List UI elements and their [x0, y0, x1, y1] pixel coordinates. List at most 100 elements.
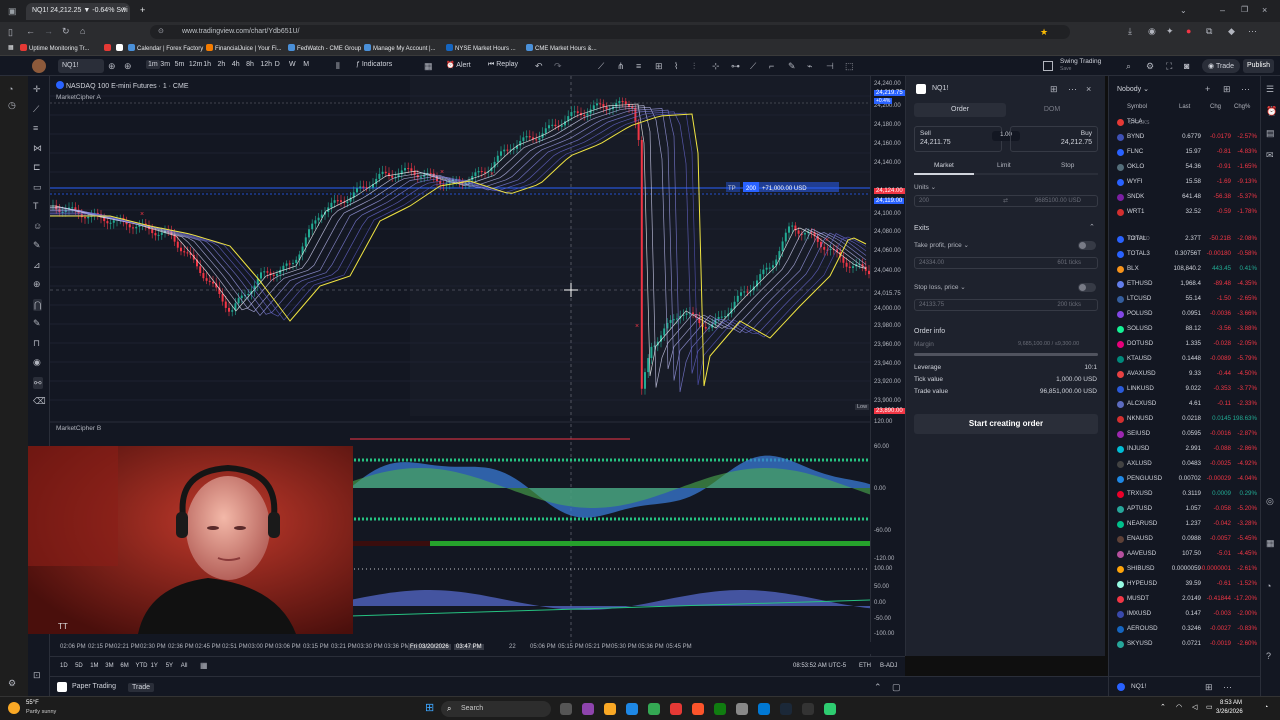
watchlist-row[interactable]: WRT1 32.52 -0.59 -1.78% — [1109, 205, 1261, 220]
close-tab-icon[interactable]: × — [122, 6, 126, 13]
watchlist-row[interactable]: POLUSD 0.0951 -0.0036 -3.66% — [1109, 307, 1261, 322]
col-chgp[interactable]: Chg% — [1234, 104, 1250, 110]
bookmark-youtube-icon[interactable] — [104, 44, 113, 52]
apps-icon[interactable]: ▦ — [8, 44, 14, 51]
help-rail-icon[interactable]: ? — [1266, 651, 1271, 661]
replay-button[interactable]: ⏮ Replay — [488, 61, 518, 69]
ideas-rail-icon[interactable]: ◎ — [1266, 496, 1274, 506]
collections-icon[interactable]: ⧉ — [1206, 26, 1212, 36]
taskbar-date[interactable]: 3/26/2026 — [1216, 709, 1243, 715]
interval-4h[interactable]: 4h — [232, 61, 240, 68]
redo-icon[interactable]: ↷ — [554, 61, 562, 71]
interval-1m[interactable]: 1m — [146, 60, 160, 69]
watchlist-row[interactable]: ETHUSD 1,968.4 -89.48 -4.35% — [1109, 277, 1261, 292]
copilot-icon[interactable]: ◆ — [1228, 26, 1235, 36]
gann-tool-icon[interactable]: ⊞ — [655, 61, 663, 71]
swap-icon[interactable]: ⇄ — [1003, 197, 1008, 204]
watchlist-row[interactable]: SOLUSD 88.12 -3.56 -3.88% — [1109, 322, 1261, 337]
zoom-tool-icon[interactable]: ⊶ — [731, 61, 740, 71]
exits-collapse-icon[interactable]: ⌃ — [1089, 223, 1095, 233]
range-1D[interactable]: 1D — [60, 663, 68, 669]
price-axis[interactable]: 24,240.00 24,219.75 24,200.00 24,180.00 24,1… — [855, 76, 905, 656]
icon-tool-icon[interactable]: ☺ — [33, 221, 42, 231]
watchlist-row[interactable]: FLNC 15.97 -0.81 -4.83% — [1109, 145, 1261, 160]
watchlist-row[interactable]: DOTUSD 1.335 -0.028 -2.05% — [1109, 337, 1261, 352]
watchlist-row[interactable]: SEIUSD 0.0595 -0.0016 -2.87% — [1109, 427, 1261, 442]
close-panel-icon[interactable]: × — [1086, 84, 1091, 94]
watchlist-row[interactable]: LTCUSD 55.14 -1.50 -2.65% — [1109, 292, 1261, 307]
pattern-icon[interactable]: ⋈ — [33, 143, 42, 153]
indicator-b-label[interactable]: MarketCipher B — [56, 425, 101, 432]
watchlist-row[interactable]: NEARUSD 1.237 -0.042 -3.28% — [1109, 517, 1261, 532]
pencil-tool-icon[interactable]: ✎ — [788, 61, 796, 71]
extensions-puzzle-icon[interactable]: ✦ — [1166, 26, 1174, 36]
range-6M[interactable]: 6M — [120, 663, 128, 669]
trade-button[interactable]: ◉ Trade — [1202, 59, 1240, 73]
bookmark-2[interactable]: Calendar | Forex Factory — [128, 44, 203, 52]
sl-toggle[interactable] — [1078, 283, 1096, 292]
tab-search-icon[interactable]: ⌄ — [1180, 6, 1187, 16]
watchlist-row[interactable]: INJUSD 2.991 -0.088 -2.86% — [1109, 442, 1261, 457]
fullscreen-icon[interactable]: ⛶ — [1166, 61, 1172, 71]
watchlist-row[interactable]: BYND 0.6779 -0.0179 -2.57% — [1109, 130, 1261, 145]
download-icon[interactable]: ⤓ — [1128, 26, 1132, 36]
tp-toggle[interactable] — [1078, 241, 1096, 250]
opera-taskbar-icon[interactable] — [670, 703, 682, 715]
range-YTD[interactable]: YTD — [136, 663, 148, 669]
watchlist-row[interactable]: NKNUSD 0.0218 0.0145 198.63% — [1109, 412, 1261, 427]
interval-12m[interactable]: 12m — [189, 61, 203, 68]
watchlist-row[interactable]: HYPEUSD 39.59 -0.61 -1.52% — [1109, 577, 1261, 592]
adj-toggle[interactable]: B-ADJ — [880, 663, 897, 669]
history-icon[interactable]: ◷ — [8, 100, 16, 110]
tab-dom[interactable]: DOM — [1006, 103, 1098, 117]
weather-icon[interactable] — [8, 702, 20, 714]
watchlist-row[interactable]: PENGUUSD 0.00702 -0.00029 -4.04% — [1109, 472, 1261, 487]
watchlist-row[interactable]: AAVEUSD 107.50 -5.01 -4.45% — [1109, 547, 1261, 562]
browser-settings-icon[interactable]: ⋯ — [1248, 26, 1257, 36]
cross-tool-icon[interactable]: ⌐ — [769, 61, 774, 71]
forward-icon[interactable]: → — [44, 26, 53, 36]
stay-in-drawing-icon[interactable]: ✎ — [33, 318, 41, 328]
range-1M[interactable]: 1M — [90, 663, 98, 669]
news-rail-icon[interactable]: ▤ — [1266, 128, 1275, 138]
interval-W[interactable]: W — [289, 61, 296, 68]
watchlist-row[interactable]: OKLO 54.36 -0.91 -1.65% — [1109, 160, 1261, 175]
bookmark-4[interactable]: FedWatch - CME Group — [288, 44, 361, 52]
edge-taskbar-icon[interactable] — [626, 703, 638, 715]
taskbar-time[interactable]: 8:53 AM — [1220, 700, 1242, 706]
layout-checkbox[interactable] — [1043, 61, 1053, 71]
ruler-icon[interactable]: ⊿ — [33, 260, 41, 270]
panel-layout-icon[interactable]: ⊞ — [1050, 84, 1058, 94]
sell-button[interactable]: Sell 24,211.75 — [914, 126, 1002, 152]
tp-input[interactable]: 24334.00 601 ticks — [914, 257, 1098, 269]
hide-drawings-icon[interactable]: ◉ — [33, 357, 41, 367]
add-symbol-icon[interactable]: + — [1205, 84, 1210, 94]
watchlist-rail-icon[interactable]: ☰ — [1266, 84, 1274, 94]
calendar-rail-icon[interactable]: ▦ — [1266, 538, 1275, 548]
watchlist-row[interactable]: ENAUSD 0.0988 -0.0057 -5.45% — [1109, 532, 1261, 547]
fib-retracement-icon[interactable]: ≡ — [33, 123, 38, 133]
lock-tool-icon[interactable]: ⊣ — [826, 61, 834, 71]
chart-type-icon[interactable]: ⫴ — [336, 61, 340, 71]
alerts-rail-icon[interactable]: ⏰ — [1266, 106, 1277, 116]
range-5Y[interactable]: 5Y — [166, 663, 173, 669]
clock-readout[interactable]: 08:53:52 AM UTC-5 — [793, 663, 846, 669]
store-taskbar-icon[interactable] — [758, 703, 770, 715]
avatar[interactable] — [32, 59, 46, 73]
layout-name[interactable]: Swing Trading Save — [1060, 58, 1101, 72]
start-creating-order-button[interactable]: Start creating order — [914, 414, 1098, 434]
pitchfork-tool-icon[interactable]: ⋔ — [617, 61, 625, 71]
watchlist-row[interactable]: SHIBUSD 0.0000059 -0.0000001 -2.61% — [1109, 562, 1261, 577]
templates-icon[interactable]: ▦ — [424, 61, 433, 71]
col-symbol[interactable]: Symbol — [1127, 104, 1147, 110]
watchlist-row[interactable]: SKYUSD 0.0721 -0.0019 -2.60% — [1109, 637, 1261, 652]
settings-taskbar-icon[interactable] — [736, 703, 748, 715]
footer-symbol[interactable]: NQ1! — [1131, 683, 1146, 690]
back-icon[interactable]: ← — [26, 26, 35, 36]
prediction-icon[interactable]: ⊏ — [33, 162, 41, 172]
type-limit[interactable]: Limit — [997, 162, 1011, 169]
fib-tool-icon[interactable]: ≡ — [636, 61, 641, 71]
footer-more-icon[interactable]: ⋯ — [1223, 682, 1232, 692]
undo-icon[interactable]: ↶ — [535, 61, 543, 71]
watchlist-row[interactable]: ALCXUSD 4.61 -0.11 -2.33% — [1109, 397, 1261, 412]
